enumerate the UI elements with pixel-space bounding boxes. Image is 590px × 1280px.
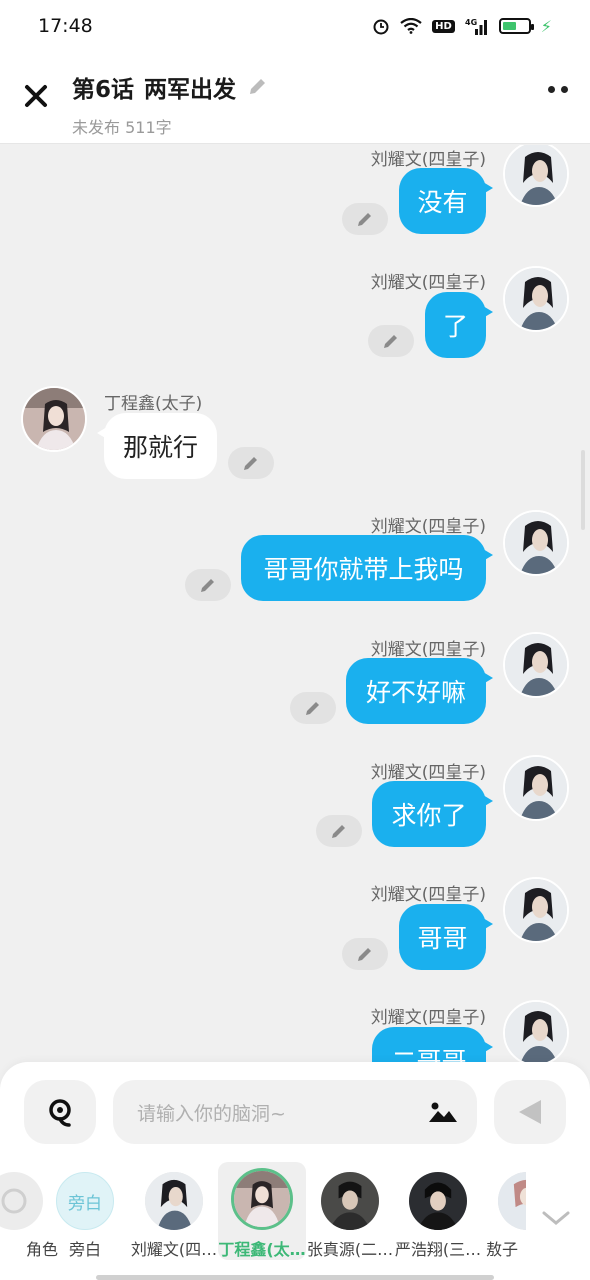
edit-message-button[interactable] [290,692,336,724]
title-area[interactable]: 第6话 两军出发 未发布 511字 [72,70,268,138]
edit-message-button[interactable] [185,569,231,601]
input-placeholder: 请输入你的脑洞~ [137,1102,286,1125]
input-panel: 请输入你的脑洞~ 角色 旁白 旁白 刘耀文(四… 丁程鑫(太… 张真源(二… 严… [0,1062,590,1280]
character-label: 刘耀文(四… [130,1240,218,1259]
character-item-selected[interactable]: 丁程鑫(太… [218,1162,306,1260]
message-bubble[interactable]: 哥哥你就带上我吗 [241,535,493,601]
message-input[interactable]: 请输入你的脑洞~ [113,1080,477,1144]
speaker-name: 刘耀文(四皇子) [370,1008,486,1028]
speaker-name: 刘耀文(四皇子) [370,273,486,293]
avatar[interactable] [503,877,569,943]
edit-message-button[interactable] [342,938,388,970]
edit-message-button[interactable] [368,325,414,357]
avatar[interactable] [503,755,569,821]
character-label: 张真源(二… [306,1240,394,1259]
charging-icon: ⚡ [540,16,552,36]
signal-icon: 4G [465,17,489,35]
svg-text:4G: 4G [465,18,477,27]
pencil-icon [384,335,397,348]
chat-area[interactable]: 刘耀文(四皇子) 没有 刘耀文(四皇子) 了 丁程鑫(太子) 那就行 刘耀文(四… [0,145,590,1065]
status-bar: 17:48 HD 4G ⚡ [0,0,590,52]
edit-message-button[interactable] [316,815,362,847]
editor-header: 第6话 两军出发 未发布 511字 [0,52,590,144]
character-label: 敖子 [486,1240,519,1259]
speaker-name: 刘耀文(四皇子) [370,150,486,170]
character-label: 丁程鑫(太… [218,1240,306,1259]
character-item[interactable]: 严浩翔(三… [394,1162,482,1260]
avatar[interactable] [503,145,569,207]
chevron-down-icon [542,1211,570,1225]
close-icon [25,85,47,107]
avatar [145,1172,203,1230]
avatar [498,1172,526,1230]
publish-status: 未发布 511字 [72,118,172,137]
speaker-name: 刘耀文(四皇子) [370,763,486,783]
scrollbar[interactable] [581,450,585,530]
edit-message-button[interactable] [342,203,388,235]
message-bubble[interactable]: 好不好嘛 [346,658,493,724]
pencil-icon [244,457,257,470]
avatar[interactable] [503,1000,569,1065]
pencil-icon [201,579,214,592]
message-bubble[interactable]: 二哥哥 [372,1027,493,1065]
voice-icon [49,1099,71,1127]
voice-button[interactable] [24,1080,96,1144]
wifi-icon [400,18,422,34]
character-item[interactable]: 旁白 旁白 [41,1162,129,1260]
character-label: 旁白 [68,1240,101,1259]
speaker-name: 丁程鑫(太子) [104,394,203,414]
more-dots-icon [548,86,555,93]
character-selector[interactable]: 角色 旁白 旁白 刘耀文(四… 丁程鑫(太… 张真源(二… 严浩翔(三… 敖子 [0,1162,590,1272]
image-button[interactable] [423,1092,463,1132]
character-label: 严浩翔(三… [394,1240,482,1259]
pencil-icon [358,948,371,961]
expand-button[interactable] [540,1206,572,1230]
episode-title: 两军出发 [144,77,237,103]
episode-label: 第6话 [72,77,135,103]
message-bubble[interactable]: 求你了 [372,781,493,847]
pencil-icon[interactable] [246,76,268,98]
character-item[interactable]: 敖子 [482,1162,526,1260]
send-button[interactable] [494,1080,566,1144]
pencil-icon [306,702,319,715]
pencil-icon [332,825,345,838]
avatar[interactable] [503,266,569,332]
alarm-icon [372,17,390,35]
avatar [409,1172,467,1230]
avatar [231,1168,293,1230]
message-bubble[interactable]: 了 [425,292,493,358]
speaker-name: 刘耀文(四皇子) [370,885,486,905]
speaker-name: 刘耀文(四皇子) [370,640,486,660]
close-button[interactable] [20,80,52,112]
image-icon [429,1102,457,1122]
home-indicator [96,1275,494,1280]
status-icons: HD 4G ⚡ [372,17,552,36]
avatar[interactable] [503,632,569,698]
character-item[interactable]: 刘耀文(四… [130,1162,218,1260]
pencil-icon [358,213,371,226]
more-options-button[interactable] [548,86,568,93]
message-bubble[interactable]: 哥哥 [399,904,493,970]
battery-icon [498,18,534,34]
message-bubble[interactable]: 没有 [399,168,493,234]
message-bubble[interactable]: 那就行 [97,413,217,479]
avatar[interactable] [503,510,569,576]
avatar[interactable] [21,386,87,452]
avatar [321,1172,379,1230]
edit-message-button[interactable] [228,447,274,479]
speaker-name: 刘耀文(四皇子) [370,517,486,537]
narrator-avatar: 旁白 [56,1172,114,1230]
send-icon [519,1100,541,1124]
hd-icon: HD [432,19,455,33]
status-time: 17:48 [38,15,93,37]
character-item[interactable]: 张真源(二… [306,1162,394,1260]
add-role-icon [0,1172,43,1230]
